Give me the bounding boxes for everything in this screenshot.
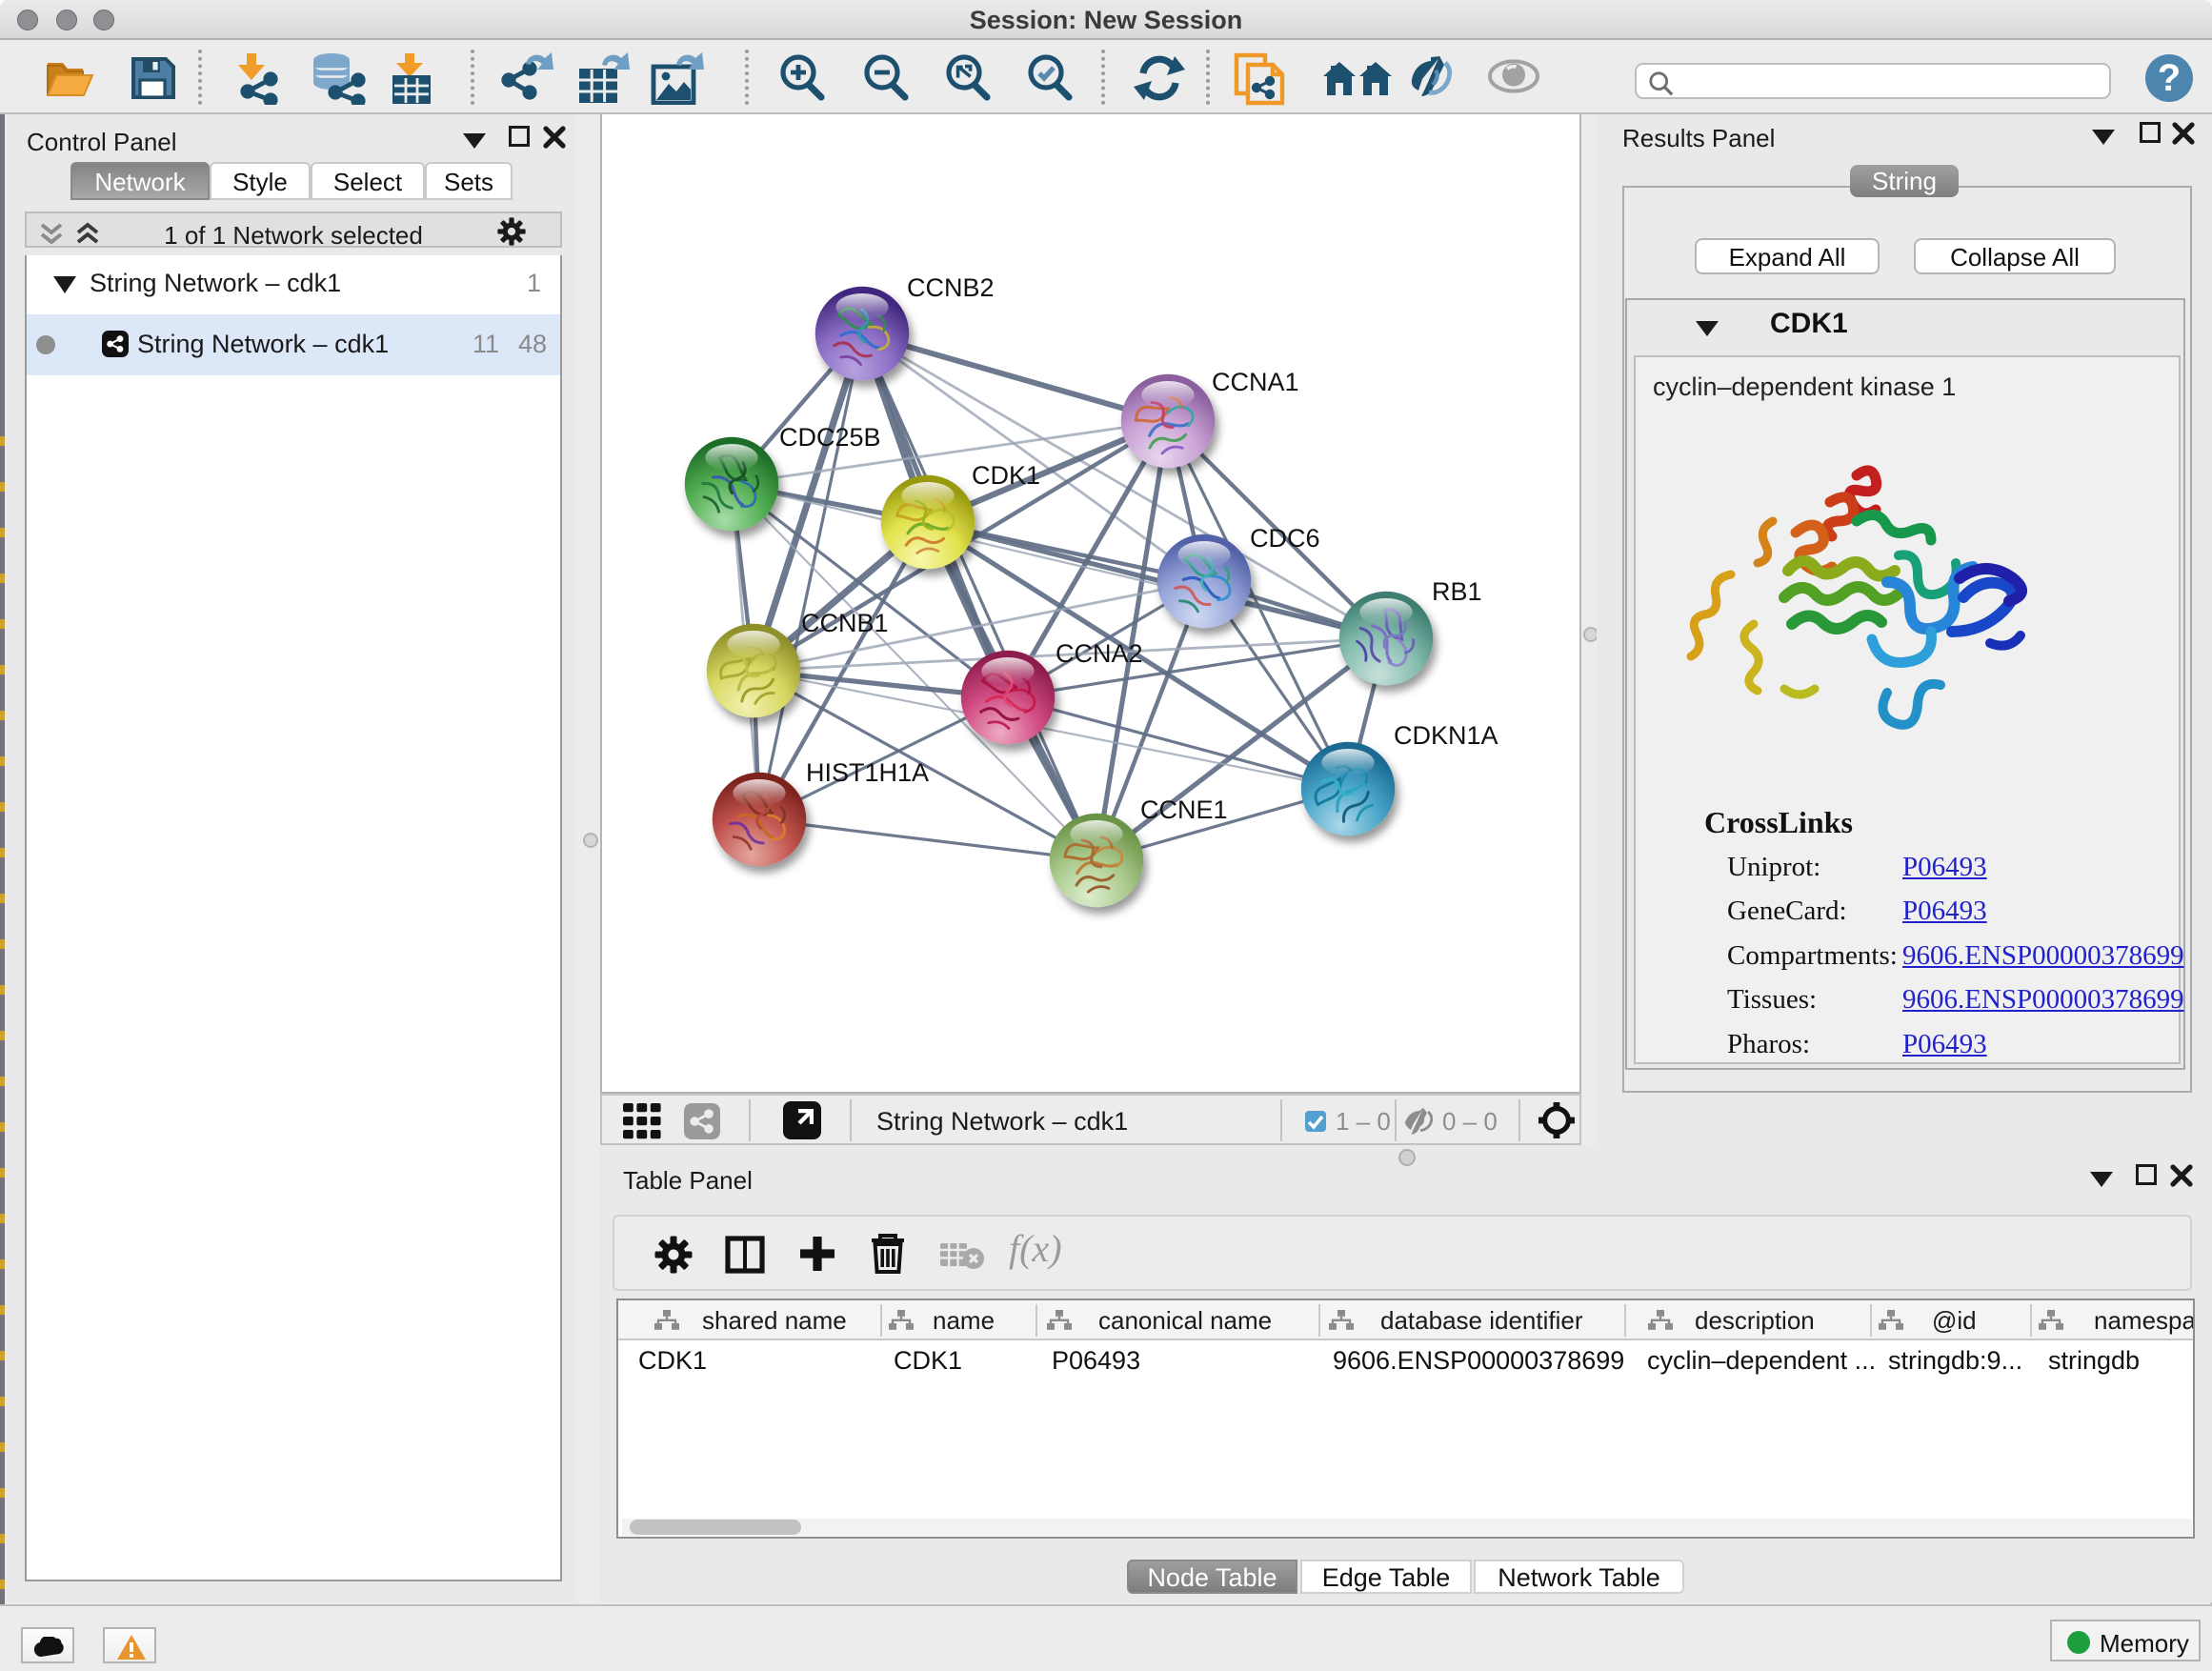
svg-text:CDKN1A: CDKN1A [1394, 721, 1498, 750]
svg-text:CDC25B: CDC25B [779, 423, 881, 452]
svg-text:HIST1H1A: HIST1H1A [806, 758, 929, 787]
svg-text:CCNB2: CCNB2 [907, 273, 995, 302]
svg-text:CDC6: CDC6 [1250, 524, 1320, 553]
svg-text:CCNA2: CCNA2 [1056, 639, 1143, 668]
svg-text:CDK1: CDK1 [972, 461, 1040, 490]
svg-text:CCNA1: CCNA1 [1212, 368, 1299, 396]
svg-text:RB1: RB1 [1432, 577, 1482, 606]
svg-text:CCNB1: CCNB1 [801, 609, 889, 637]
svg-text:CCNE1: CCNE1 [1140, 795, 1228, 824]
